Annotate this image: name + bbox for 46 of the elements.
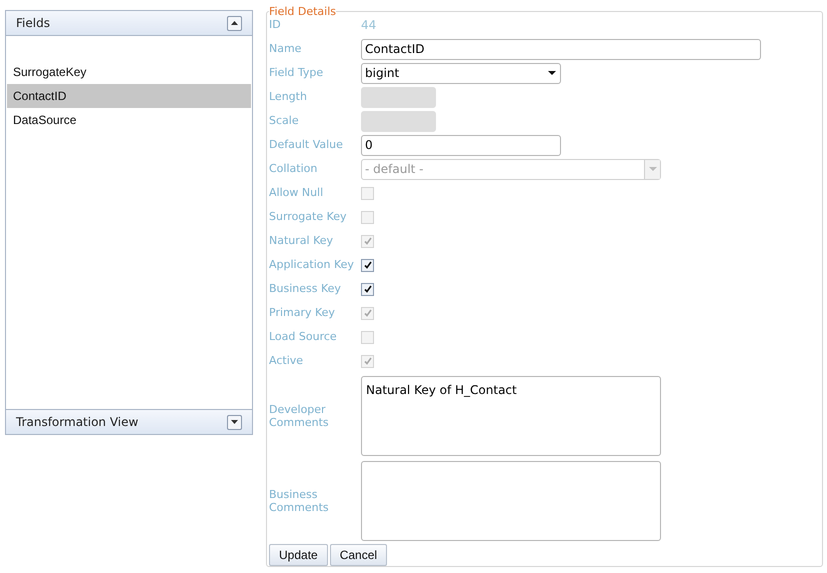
id-value: 44	[361, 17, 376, 34]
checkbox[interactable]	[361, 258, 374, 272]
group-title: Field Details	[269, 6, 336, 17]
collapse-toggle[interactable]	[227, 414, 242, 430]
checkmark-icon	[364, 357, 372, 365]
field-label: Scale	[269, 112, 300, 129]
dropdown[interactable]: bigint	[361, 62, 561, 84]
checkmark-icon	[364, 309, 372, 317]
panel-title: Fields	[16, 15, 50, 32]
checkbox[interactable]	[361, 282, 374, 296]
collapse-toggle[interactable]	[227, 16, 242, 30]
checkmark-icon	[364, 285, 372, 293]
field-label: Default Value	[269, 136, 344, 153]
panel-header[interactable]: Transformation View	[6, 410, 252, 434]
caret-icon	[648, 167, 656, 171]
field-label: Load Source	[269, 328, 338, 345]
caret-icon	[548, 71, 556, 75]
collapse-icon	[231, 21, 238, 25]
panel-header[interactable]: Fields	[6, 11, 252, 35]
field-label: Application Key	[269, 256, 355, 273]
field-label: ID	[269, 16, 282, 33]
field-label: Natural Key	[269, 232, 334, 249]
expand-icon	[231, 420, 238, 424]
field-label: Primary Key	[269, 304, 336, 321]
field-label: Surrogate Key	[269, 208, 348, 225]
comments-field[interactable]: Natural Key of H_Contact	[361, 376, 661, 456]
field-label: Business Comments	[269, 488, 330, 514]
input-field[interactable]: 0	[361, 134, 561, 156]
checkmark-icon	[364, 261, 372, 269]
checkmark-icon	[364, 237, 372, 245]
comments-field[interactable]	[361, 461, 661, 541]
input-field[interactable]: ContactID	[361, 38, 761, 60]
field-label: Business Key	[269, 280, 342, 297]
field-label: Field Type	[269, 64, 324, 81]
field-list-item[interactable]: ContactID	[7, 84, 251, 108]
field-label: Name	[269, 40, 302, 57]
panel-title: Transformation View	[16, 414, 138, 431]
field-label: Length	[269, 88, 308, 105]
field-label: Allow Null	[269, 184, 324, 201]
field-label: Developer Comments	[269, 403, 330, 429]
form-button[interactable]: Update	[269, 544, 328, 566]
field-label: Active	[269, 352, 304, 369]
form-button[interactable]: Cancel	[330, 544, 388, 566]
field-list-item[interactable]: SurrogateKey	[7, 60, 251, 84]
field-label: Collation	[269, 160, 318, 177]
field-list-item[interactable]: DataSource	[7, 108, 251, 132]
